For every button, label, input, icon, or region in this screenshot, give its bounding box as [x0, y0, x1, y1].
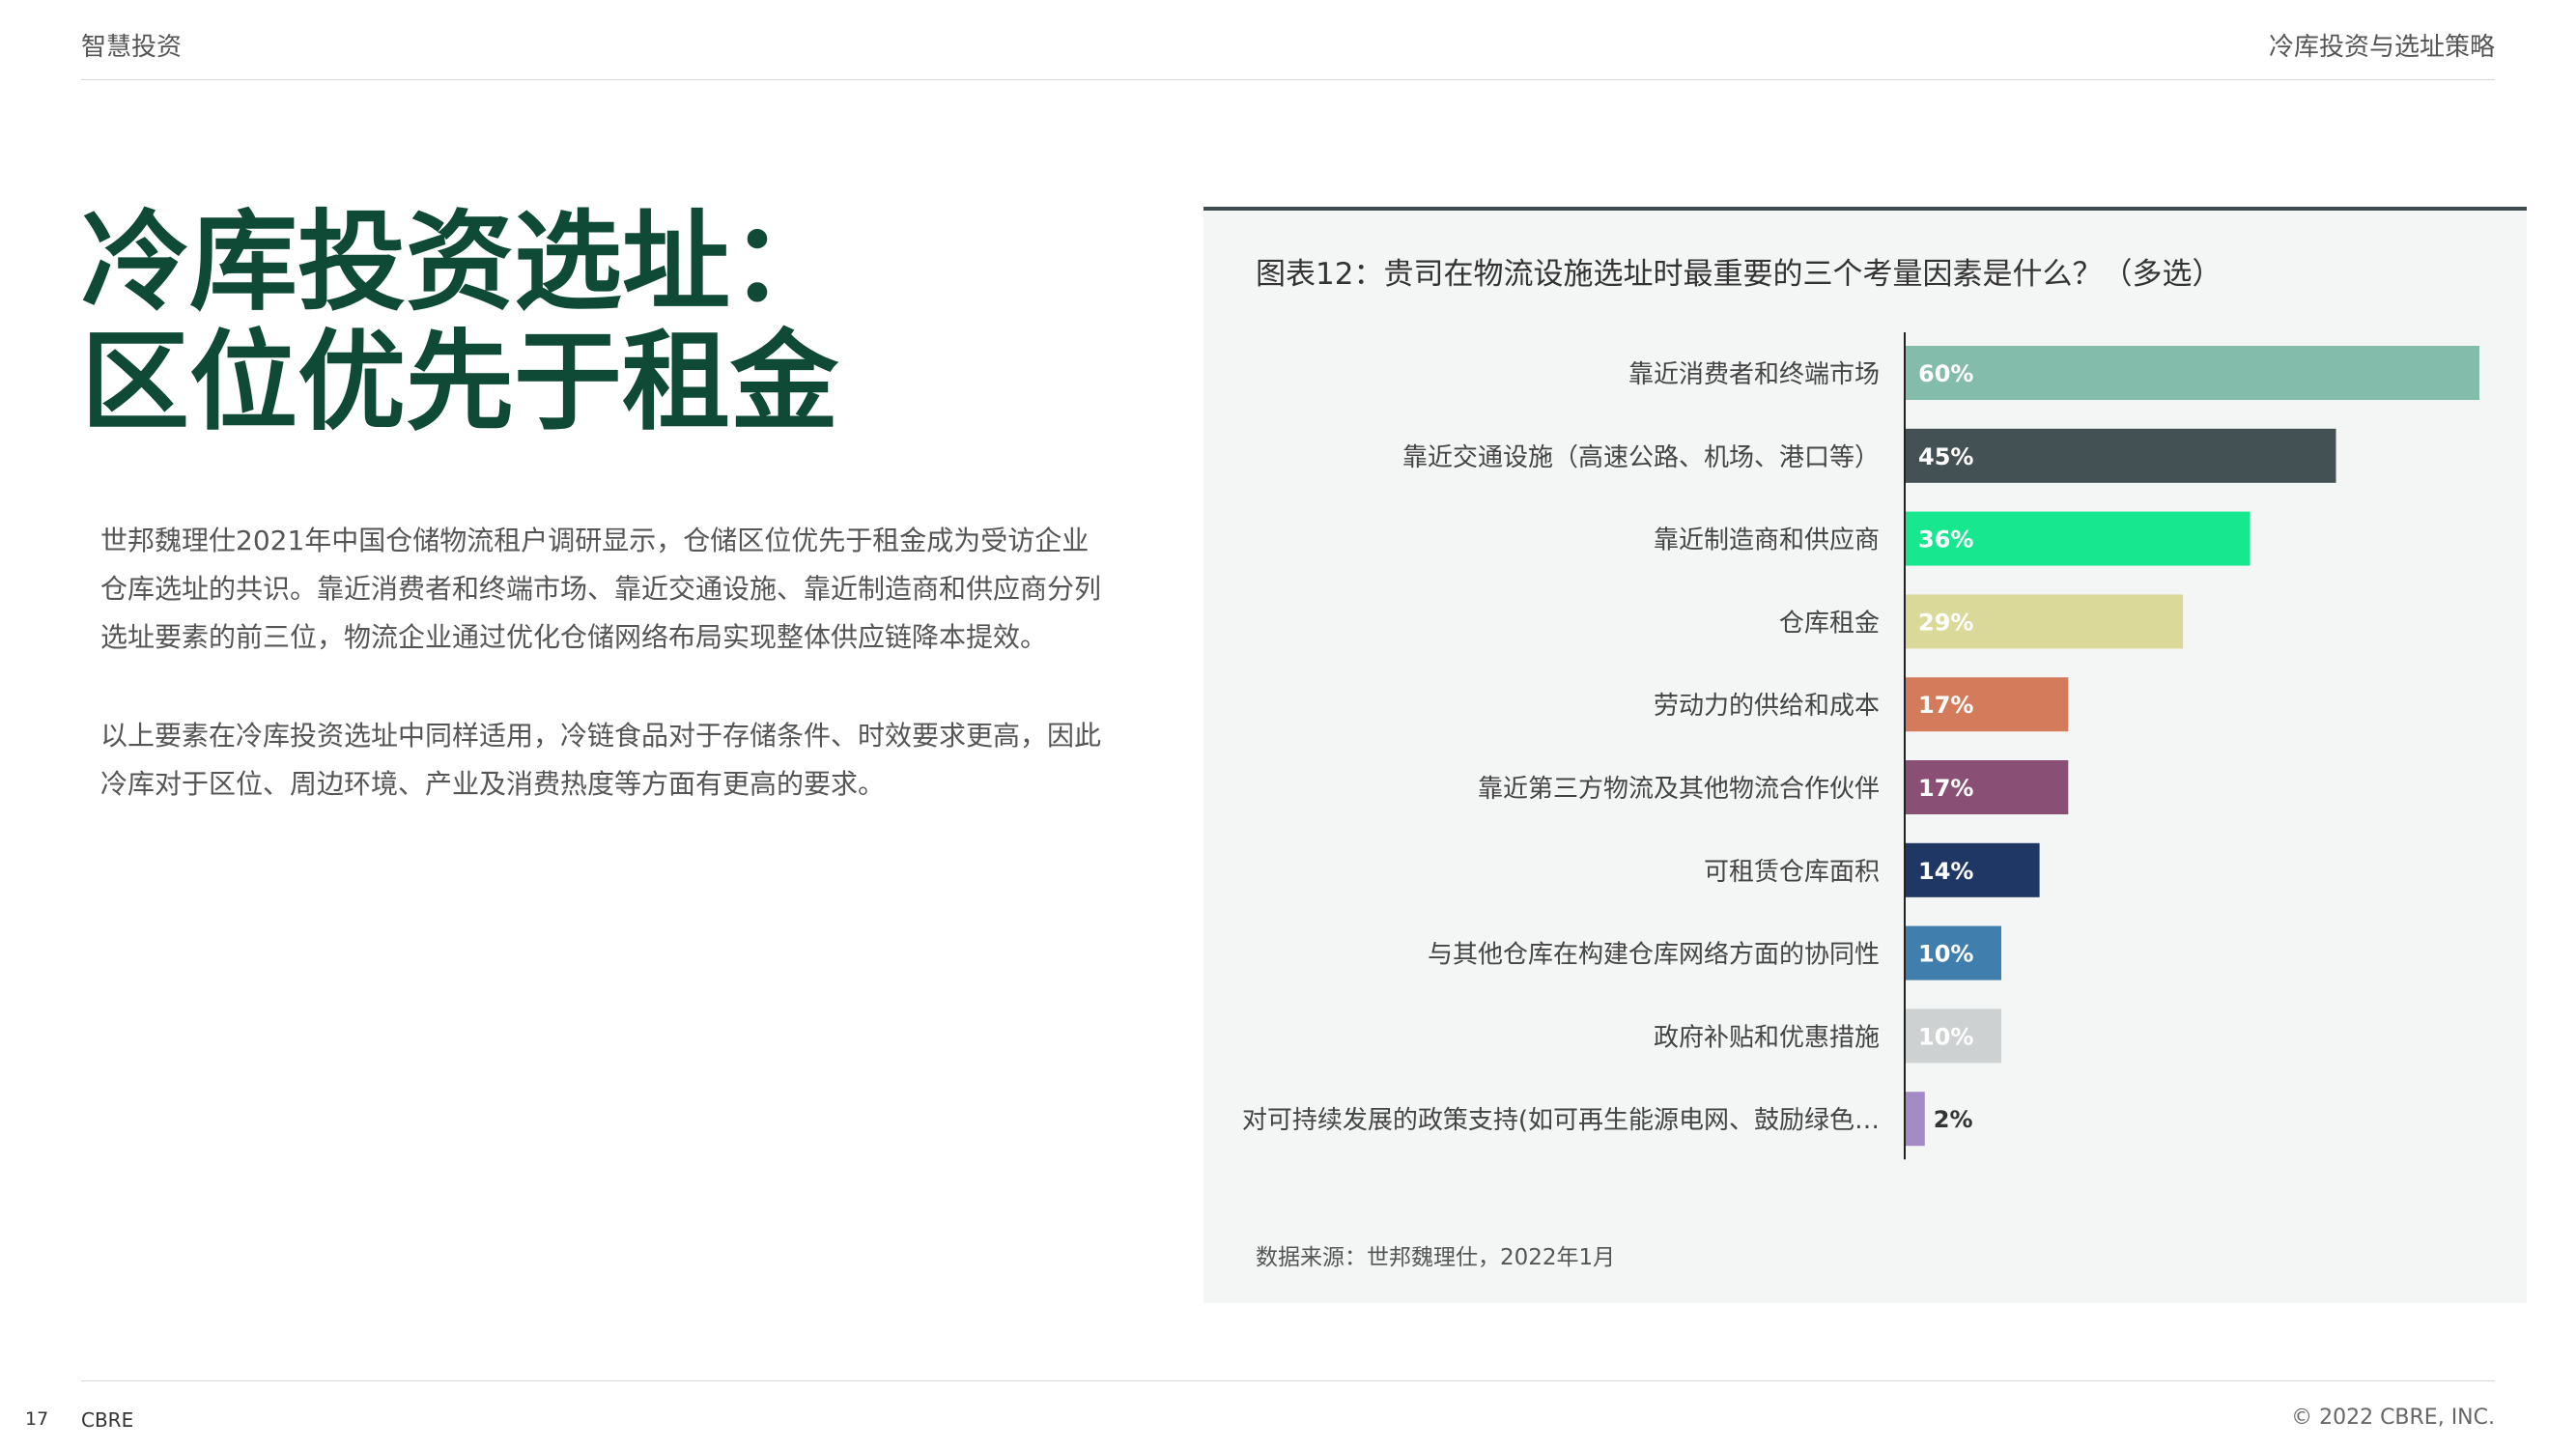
data-label: 17% [1918, 775, 1973, 802]
bar [1906, 346, 2479, 400]
data-label: 14% [1918, 858, 1973, 885]
data-label: 60% [1918, 360, 1973, 387]
category-label: 与其他仓库在构建仓库网络方面的协同性 [1428, 941, 1880, 970]
footer-divider [81, 1380, 2495, 1381]
category-label: 靠近消费者和终端市场 [1628, 360, 1880, 389]
category-label: 靠近交通设施（高速公路、机场、港口等） [1402, 443, 1880, 472]
footer-copyright: © 2022 CBRE, INC. [2291, 1406, 2495, 1430]
data-label: 17% [1918, 692, 1973, 719]
chart-source: 数据来源：世邦魏理仕，2022年1月 [1256, 1245, 1616, 1270]
data-label: 2% [1934, 1106, 1973, 1133]
category-label: 靠近制造商和供应商 [1654, 526, 1880, 555]
data-label: 10% [1918, 1023, 1973, 1050]
category-label: 仓库租金 [1779, 609, 1880, 638]
data-label: 29% [1918, 609, 1973, 636]
category-label: 对可持续发展的政策支持(如可再生能源电网、鼓励绿色… [1242, 1106, 1880, 1135]
category-label: 劳动力的供给和成本 [1654, 692, 1880, 721]
footer-brand: CBRE [81, 1408, 134, 1432]
bar-chart: 靠近消费者和终端市场 60% 靠近交通设施（高速公路、机场、港口等） 45% 靠近制造商… [1242, 332, 2479, 1160]
category-label: 可租赁仓库面积 [1704, 858, 1880, 887]
category-label: 政府补贴和优惠措施 [1654, 1023, 1880, 1052]
page-number: 17 [25, 1408, 49, 1430]
bar [1906, 1092, 1925, 1147]
data-label: 36% [1918, 526, 1973, 554]
data-label: 10% [1918, 941, 1973, 968]
data-label: 45% [1918, 443, 1973, 470]
category-label: 靠近第三方物流及其他物流合作伙伴 [1478, 775, 1880, 804]
